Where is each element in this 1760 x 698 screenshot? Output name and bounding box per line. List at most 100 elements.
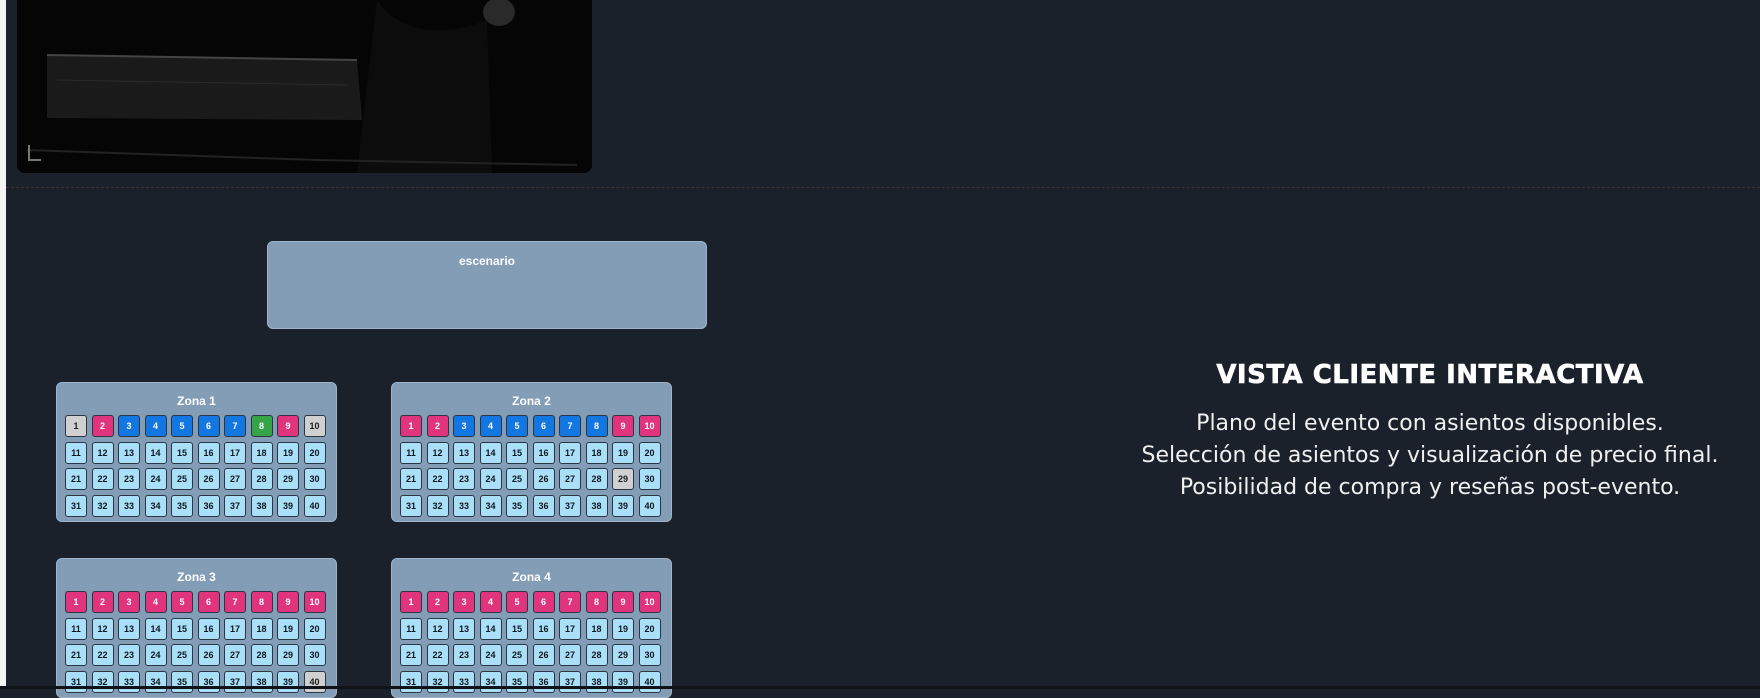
seat-available[interactable]: 36 (532, 670, 555, 693)
seat-booked[interactable]: 10 (638, 415, 661, 437)
seat-available[interactable]: 13 (453, 617, 475, 640)
seat-available[interactable]: 21 (400, 644, 422, 666)
seat-reserved[interactable]: 8 (585, 415, 608, 437)
seat-available[interactable]: 40 (638, 494, 661, 517)
seat-available[interactable]: 11 (400, 617, 422, 640)
seat-booked[interactable]: 2 (91, 415, 114, 437)
seat-available[interactable]: 15 (171, 441, 193, 464)
seat-available[interactable]: 19 (277, 617, 299, 640)
seat-available[interactable]: 32 (426, 670, 449, 693)
seat-booked[interactable]: 7 (559, 591, 581, 613)
seat-booked[interactable]: 7 (224, 591, 246, 613)
seat-available[interactable]: 17 (224, 441, 246, 464)
seat-available[interactable]: 13 (118, 617, 140, 640)
seat-available[interactable]: 25 (171, 468, 193, 490)
seat-reserved[interactable]: 6 (532, 415, 555, 437)
seat-available[interactable]: 14 (479, 617, 502, 640)
seat-available[interactable]: 38 (250, 670, 273, 693)
seat-available[interactable]: 29 (612, 644, 634, 666)
seat-available[interactable]: 37 (224, 494, 246, 517)
seat-booked[interactable]: 4 (144, 591, 167, 613)
seat-available[interactable]: 12 (426, 617, 449, 640)
seat-available[interactable]: 38 (585, 670, 608, 693)
seat-available[interactable]: 35 (506, 670, 528, 693)
seat-reserved[interactable]: 4 (479, 415, 502, 437)
seat-available[interactable]: 31 (400, 670, 422, 693)
seat-available[interactable]: 15 (171, 617, 193, 640)
seat-available[interactable]: 26 (532, 644, 555, 666)
seat-available[interactable]: 18 (250, 617, 273, 640)
seat-booked[interactable]: 3 (453, 591, 475, 613)
seat-booked[interactable]: 5 (506, 591, 528, 613)
seat-available[interactable]: 33 (453, 494, 475, 517)
seat-available[interactable]: 28 (250, 644, 273, 666)
seat-available[interactable]: 30 (638, 644, 661, 666)
seat-reserved[interactable]: 6 (197, 415, 220, 437)
seat-reserved[interactable]: 3 (453, 415, 475, 437)
seat-available[interactable]: 36 (532, 494, 555, 517)
seat-available[interactable]: 22 (426, 644, 449, 666)
seat-available[interactable]: 34 (479, 670, 502, 693)
seat-available[interactable]: 16 (197, 617, 220, 640)
seat-available[interactable]: 34 (479, 494, 502, 517)
seat-booked[interactable]: 9 (277, 591, 299, 613)
seat-available[interactable]: 21 (65, 468, 87, 490)
seat-available[interactable]: 16 (532, 617, 555, 640)
seat-blocked[interactable]: 40 (303, 670, 326, 693)
seat-available[interactable]: 22 (426, 468, 449, 490)
seat-booked[interactable]: 6 (532, 591, 555, 613)
seat-available[interactable]: 16 (532, 441, 555, 464)
seat-available[interactable]: 23 (118, 468, 140, 490)
seat-booked[interactable]: 2 (426, 415, 449, 437)
seat-available[interactable]: 36 (197, 494, 220, 517)
seat-available[interactable]: 35 (171, 494, 193, 517)
seat-available[interactable]: 28 (585, 468, 608, 490)
seat-reserved[interactable]: 5 (506, 415, 528, 437)
seat-available[interactable]: 30 (303, 468, 326, 490)
seat-available[interactable]: 32 (91, 670, 114, 693)
seat-available[interactable]: 31 (400, 494, 422, 517)
seat-available[interactable]: 34 (144, 670, 167, 693)
seat-booked[interactable]: 2 (91, 591, 114, 613)
seat-available[interactable]: 15 (506, 441, 528, 464)
seat-available[interactable]: 27 (224, 644, 246, 666)
seat-available[interactable]: 11 (65, 617, 87, 640)
seat-available[interactable]: 12 (91, 441, 114, 464)
seat-booked[interactable]: 1 (400, 415, 422, 437)
seat-available[interactable]: 30 (638, 468, 661, 490)
seat-available[interactable]: 33 (453, 670, 475, 693)
seat-available[interactable]: 20 (638, 617, 661, 640)
seat-available[interactable]: 17 (559, 441, 581, 464)
seat-reserved[interactable]: 5 (171, 415, 193, 437)
seat-available[interactable]: 21 (65, 644, 87, 666)
seat-available[interactable]: 23 (453, 468, 475, 490)
seat-available[interactable]: 26 (197, 644, 220, 666)
seat-available[interactable]: 26 (532, 468, 555, 490)
seat-available[interactable]: 24 (479, 468, 502, 490)
event-video[interactable] (17, 0, 592, 173)
seat-booked[interactable]: 9 (612, 591, 634, 613)
seat-available[interactable]: 28 (250, 468, 273, 490)
seat-available[interactable]: 22 (91, 644, 114, 666)
seat-available[interactable]: 19 (277, 441, 299, 464)
seat-available[interactable]: 20 (303, 617, 326, 640)
seat-available[interactable]: 28 (585, 644, 608, 666)
seat-available[interactable]: 29 (277, 644, 299, 666)
seat-available[interactable]: 32 (91, 494, 114, 517)
seat-available[interactable]: 27 (559, 468, 581, 490)
seat-booked[interactable]: 8 (585, 591, 608, 613)
seat-available[interactable]: 26 (197, 468, 220, 490)
seat-available[interactable]: 39 (612, 494, 634, 517)
seat-available[interactable]: 37 (559, 494, 581, 517)
seat-blocked[interactable]: 29 (612, 468, 634, 490)
seat-available[interactable]: 37 (559, 670, 581, 693)
seat-available[interactable]: 12 (91, 617, 114, 640)
seat-available[interactable]: 18 (585, 617, 608, 640)
seat-booked[interactable]: 1 (400, 591, 422, 613)
seat-available[interactable]: 39 (277, 670, 299, 693)
seat-available[interactable]: 22 (91, 468, 114, 490)
seat-booked[interactable]: 1 (65, 591, 87, 613)
seat-available[interactable]: 23 (453, 644, 475, 666)
seat-available[interactable]: 38 (585, 494, 608, 517)
seat-booked[interactable]: 10 (303, 591, 326, 613)
